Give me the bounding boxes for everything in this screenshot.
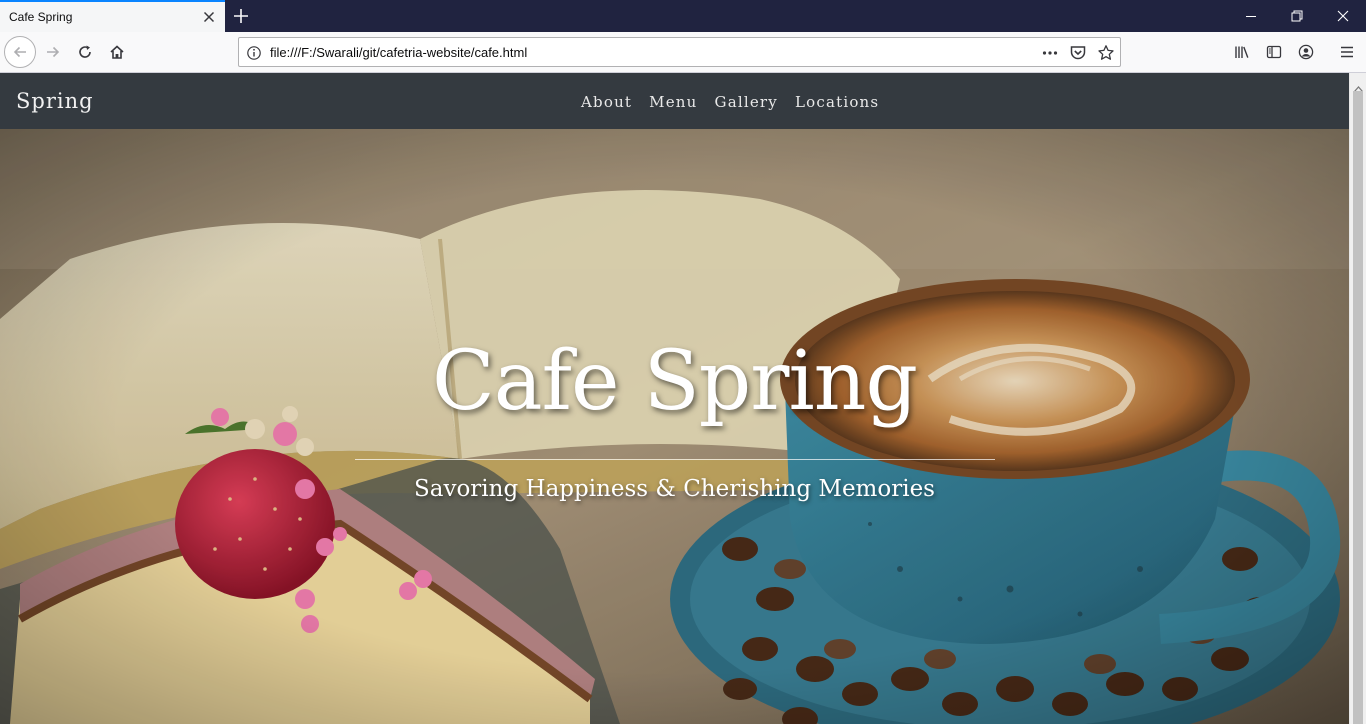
menu-icon[interactable] <box>1331 36 1363 68</box>
url-bar[interactable]: file:///F:/Swarali/git/cafetria-website/… <box>238 37 1121 67</box>
window-close-icon[interactable] <box>1320 0 1366 32</box>
more-icon[interactable] <box>1041 44 1059 62</box>
tab-bar: Cafe Spring <box>0 0 1366 32</box>
close-icon[interactable] <box>199 7 219 27</box>
site-navbar: Spring About Menu Gallery Locations <box>0 73 1349 129</box>
home-icon[interactable] <box>101 36 133 68</box>
hero-subtitle: Savoring Happiness & Cherishing Memories <box>414 476 935 502</box>
hero-section: Cafe Spring Savoring Happiness & Cherish… <box>0 129 1349 724</box>
forward-icon[interactable] <box>37 36 69 68</box>
plus-icon[interactable] <box>229 4 253 28</box>
browser-tab[interactable]: Cafe Spring <box>0 0 225 32</box>
page-scrollbar[interactable] <box>1349 73 1366 724</box>
back-icon[interactable] <box>4 36 36 68</box>
brand-logo[interactable]: Spring <box>16 89 94 113</box>
url-text: file:///F:/Swarali/git/cafetria-website/… <box>270 45 528 60</box>
nav-about[interactable]: About <box>581 93 632 111</box>
nav-menu[interactable]: Menu <box>649 93 697 111</box>
tab-title: Cafe Spring <box>9 10 73 24</box>
pocket-icon[interactable] <box>1069 44 1087 62</box>
library-icon[interactable] <box>1226 36 1258 68</box>
account-icon[interactable] <box>1290 36 1322 68</box>
restore-icon[interactable] <box>1274 0 1320 32</box>
nav-toolbar: file:///F:/Swarali/git/cafetria-website/… <box>0 32 1366 73</box>
minimize-icon[interactable] <box>1228 0 1274 32</box>
nav-locations[interactable]: Locations <box>795 93 879 111</box>
hero-title: Cafe Spring <box>432 334 918 429</box>
info-icon[interactable] <box>246 45 262 65</box>
hero-divider <box>355 459 995 460</box>
reload-icon[interactable] <box>69 36 101 68</box>
sidebar-icon[interactable] <box>1258 36 1290 68</box>
nav-links: About Menu Gallery Locations <box>581 93 879 111</box>
star-icon[interactable] <box>1097 44 1115 62</box>
nav-gallery[interactable]: Gallery <box>715 93 778 111</box>
scrollbar-thumb[interactable] <box>1353 91 1363 724</box>
page-viewport: Spring About Menu Gallery Locations Cafe… <box>0 73 1349 724</box>
